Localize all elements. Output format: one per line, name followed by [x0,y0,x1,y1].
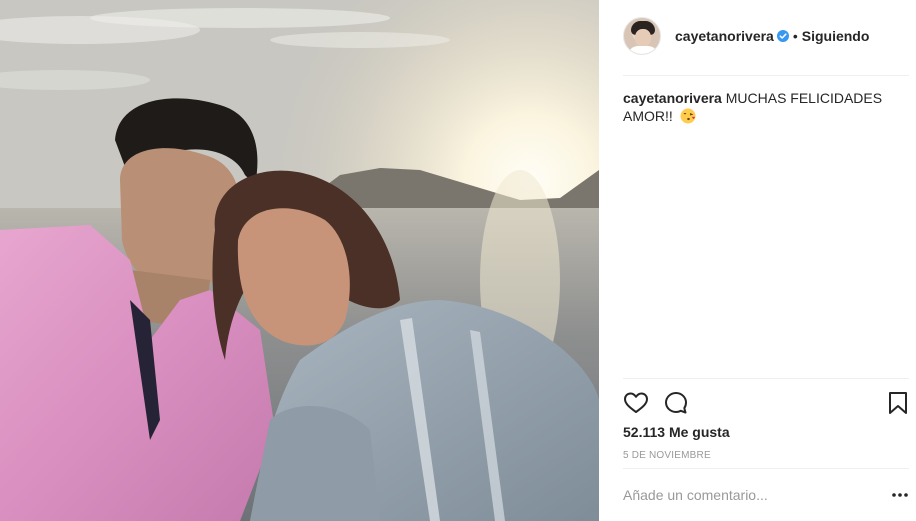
post-header: cayetanorivera • Siguiendo [623,16,909,56]
photo-illustration [0,0,599,521]
post-caption: cayetanorivera MUCHAS FELICIDADES AMOR!! [623,89,893,125]
more-options-icon[interactable] [891,488,909,502]
kissing-face-emoji-icon [680,108,696,124]
post-date[interactable]: 5 DE NOVIEMBRE [623,450,711,461]
verified-badge-icon [776,30,789,42]
bookmark-icon[interactable] [885,390,911,416]
comment-icon[interactable] [663,390,689,416]
likes-count[interactable]: 52.113 Me gusta [623,424,730,440]
caption-username[interactable]: cayetanorivera [623,90,722,106]
divider [623,468,909,469]
divider [623,378,909,379]
avatar[interactable] [623,17,661,55]
separator-dot: • [792,28,798,44]
post-photo[interactable] [0,0,599,521]
username-link[interactable]: cayetanorivera [675,28,774,44]
divider [623,75,909,76]
post-side-panel: cayetanorivera • Siguiendo cayetanoriver… [599,0,916,521]
comment-input[interactable] [623,484,863,506]
following-button[interactable]: Siguiendo [802,28,870,44]
action-bar [623,390,913,416]
heart-icon[interactable] [623,390,649,416]
